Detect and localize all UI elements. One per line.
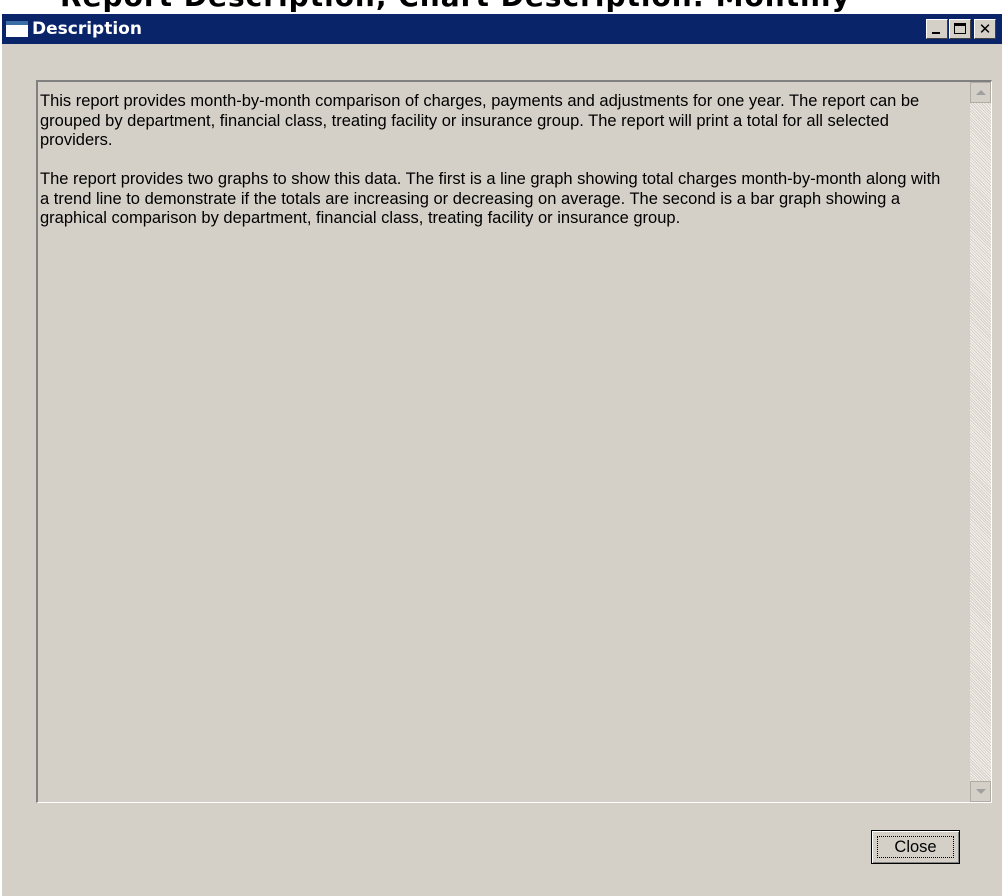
close-window-button[interactable]: ✕ (974, 19, 996, 39)
description-dialog: Description ✕ This report provides month… (0, 14, 1002, 896)
description-paragraph: The report provides two graphs to show t… (40, 170, 941, 227)
background-page-strip: Report Description, Chart Description: M… (0, 0, 1002, 14)
window-title: Description (32, 19, 142, 39)
maximize-icon (954, 23, 966, 34)
scroll-down-arrow-icon (976, 789, 986, 794)
minimize-icon (932, 32, 940, 34)
minimize-button[interactable] (926, 19, 948, 39)
maximize-button[interactable] (949, 19, 971, 39)
close-icon: ✕ (978, 20, 992, 38)
scroll-up-button[interactable] (970, 82, 991, 103)
window-icon (6, 21, 28, 37)
scroll-up-arrow-icon (976, 90, 986, 95)
description-text: This report provides month-by-month comp… (40, 92, 952, 248)
close-button[interactable]: Close (871, 830, 960, 864)
description-textbox[interactable]: This report provides month-by-month comp… (36, 80, 992, 803)
description-paragraph: This report provides month-by-month comp… (40, 92, 920, 149)
background-caption: Report Description, Chart Description: M… (60, 0, 851, 13)
vertical-scrollbar[interactable] (970, 82, 991, 802)
title-bar[interactable]: Description ✕ (2, 14, 1002, 44)
close-button-label: Close (894, 838, 937, 856)
scroll-down-button[interactable] (970, 781, 991, 802)
